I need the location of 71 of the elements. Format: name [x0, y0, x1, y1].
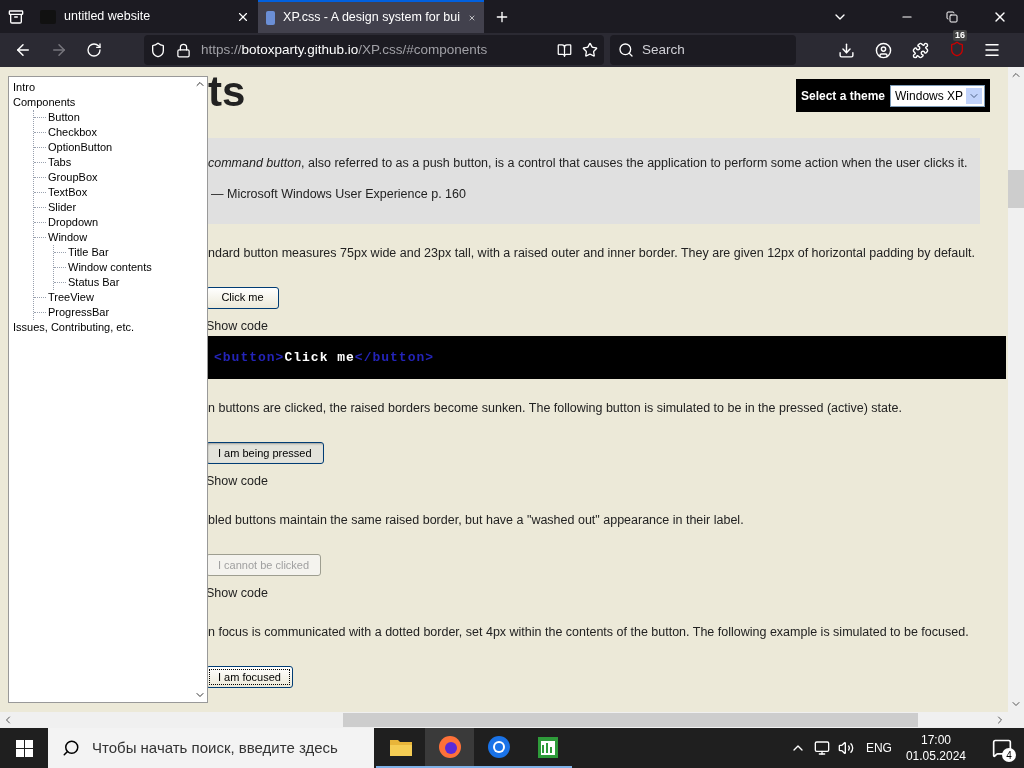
download-icon[interactable]: [838, 41, 855, 59]
account-icon[interactable]: [875, 41, 892, 59]
shield-icon: [150, 42, 166, 58]
paragraph: n buttons are clicked, the raised borders become sunken. The following button is simulated to be in the pressed (active) state.: [208, 400, 903, 418]
tree-item[interactable]: ProgressBar: [48, 305, 110, 320]
back-icon[interactable]: [14, 41, 32, 59]
search-icon: [618, 42, 634, 58]
tree-item[interactable]: TreeView: [48, 290, 94, 305]
reload-icon[interactable]: [86, 42, 102, 58]
tree-item[interactable]: Intro: [13, 80, 35, 95]
show-code-toggle[interactable]: Show code: [206, 316, 268, 336]
search-field[interactable]: Search: [610, 35, 796, 65]
tree-item[interactable]: GroupBox: [48, 170, 98, 185]
tree-item[interactable]: TextBox: [48, 185, 88, 200]
star-icon[interactable]: [582, 42, 598, 58]
demo-button[interactable]: I am being pressed: [206, 442, 324, 465]
tree-item[interactable]: Components: [13, 95, 76, 110]
taskbar-search-field[interactable]: Чтобы начать поиск, введите здесь: [48, 728, 374, 768]
paragraph: bled buttons maintain the same raised border, but have a "washed out" appearance in their label.: [208, 512, 745, 529]
search-icon: [62, 739, 80, 757]
tree-item[interactable]: OptionButton: [48, 140, 113, 155]
show-code-toggle[interactable]: Show code: [206, 584, 268, 603]
page-heading: ts: [208, 70, 246, 114]
notification-count: 4: [1002, 748, 1016, 762]
language-indicator[interactable]: ENG: [865, 739, 892, 757]
browser-tab[interactable]: XP.css - A design system for bui: [258, 0, 484, 33]
tree-item[interactable]: Slider: [48, 200, 77, 215]
tree-item[interactable]: Issues, Contributing, etc.: [13, 320, 135, 335]
spreadsheet-icon[interactable]: [536, 735, 559, 759]
tree-item[interactable]: Status Bar: [68, 275, 120, 290]
paragraph: n focus is communicated with a dotted border, set 4px within the contents of the button. The following example is simulated to be focused.: [208, 623, 970, 641]
folder-icon[interactable]: [388, 737, 413, 757]
forward-icon[interactable]: [50, 41, 68, 59]
windows-logo-icon: [15, 739, 33, 757]
tree-item[interactable]: Dropdown: [48, 215, 99, 230]
horizontal-scrollbar[interactable]: [0, 712, 1024, 728]
shield-icon[interactable]: [949, 41, 965, 57]
reader-view-icon[interactable]: [557, 42, 572, 58]
address-bar[interactable]: https://botoxparty.github.io/XP.css/#components: [144, 35, 604, 65]
paragraph: ndard button measures 75px wide and 23px tall, with a raised outer and inner border. They are given 12px of horizontal padding by default.: [208, 244, 976, 262]
show-code-toggle[interactable]: Show code: [206, 472, 268, 491]
tree-item[interactable]: Window: [48, 230, 88, 245]
tree-item[interactable]: Checkbox: [48, 125, 97, 140]
tab-title: untitled website: [64, 8, 152, 26]
page-icon: [266, 10, 276, 25]
quote-citation: — Microsoft Windows User Experience p. 160: [211, 185, 467, 203]
demo-button[interactable]: Click me: [206, 286, 279, 309]
scrollbar-thumb[interactable]: [343, 713, 918, 727]
tree-item[interactable]: Title Bar: [68, 245, 109, 260]
browser-icon[interactable]: [486, 735, 511, 759]
theme-dropdown[interactable]: Windows XP: [890, 84, 985, 107]
lock-icon: [176, 42, 191, 58]
theme-label: Select a theme: [801, 87, 886, 105]
restore-icon[interactable]: [946, 10, 958, 23]
extension-badge: 16: [953, 30, 967, 41]
tab-list-icon[interactable]: [8, 8, 24, 25]
tab-title: XP.css - A design system for bui: [283, 9, 461, 27]
browser-tab[interactable]: untitled website: [32, 0, 258, 33]
tree-item[interactable]: Window contents: [68, 260, 152, 275]
extensions-icon[interactable]: [912, 41, 929, 59]
code-block: <button>Click me</button>: [208, 336, 1006, 380]
quote-text: command button, also referred to as a push button, is a control that causes the application to perform some action when the user clicks it.: [208, 155, 969, 172]
url-text: https://botoxparty.github.io/XP.css/#components: [201, 40, 489, 59]
demo-button[interactable]: I am focused: [206, 665, 293, 688]
tree-item[interactable]: Button: [48, 110, 80, 125]
vertical-scrollbar[interactable]: [1008, 67, 1024, 712]
menu-icon[interactable]: [983, 41, 1001, 59]
tree-item[interactable]: Tabs: [48, 155, 72, 170]
clock[interactable]: 17:00 01.05.2024: [905, 732, 966, 764]
network-icon[interactable]: [813, 740, 830, 756]
scrollbar-thumb[interactable]: [1008, 170, 1024, 208]
